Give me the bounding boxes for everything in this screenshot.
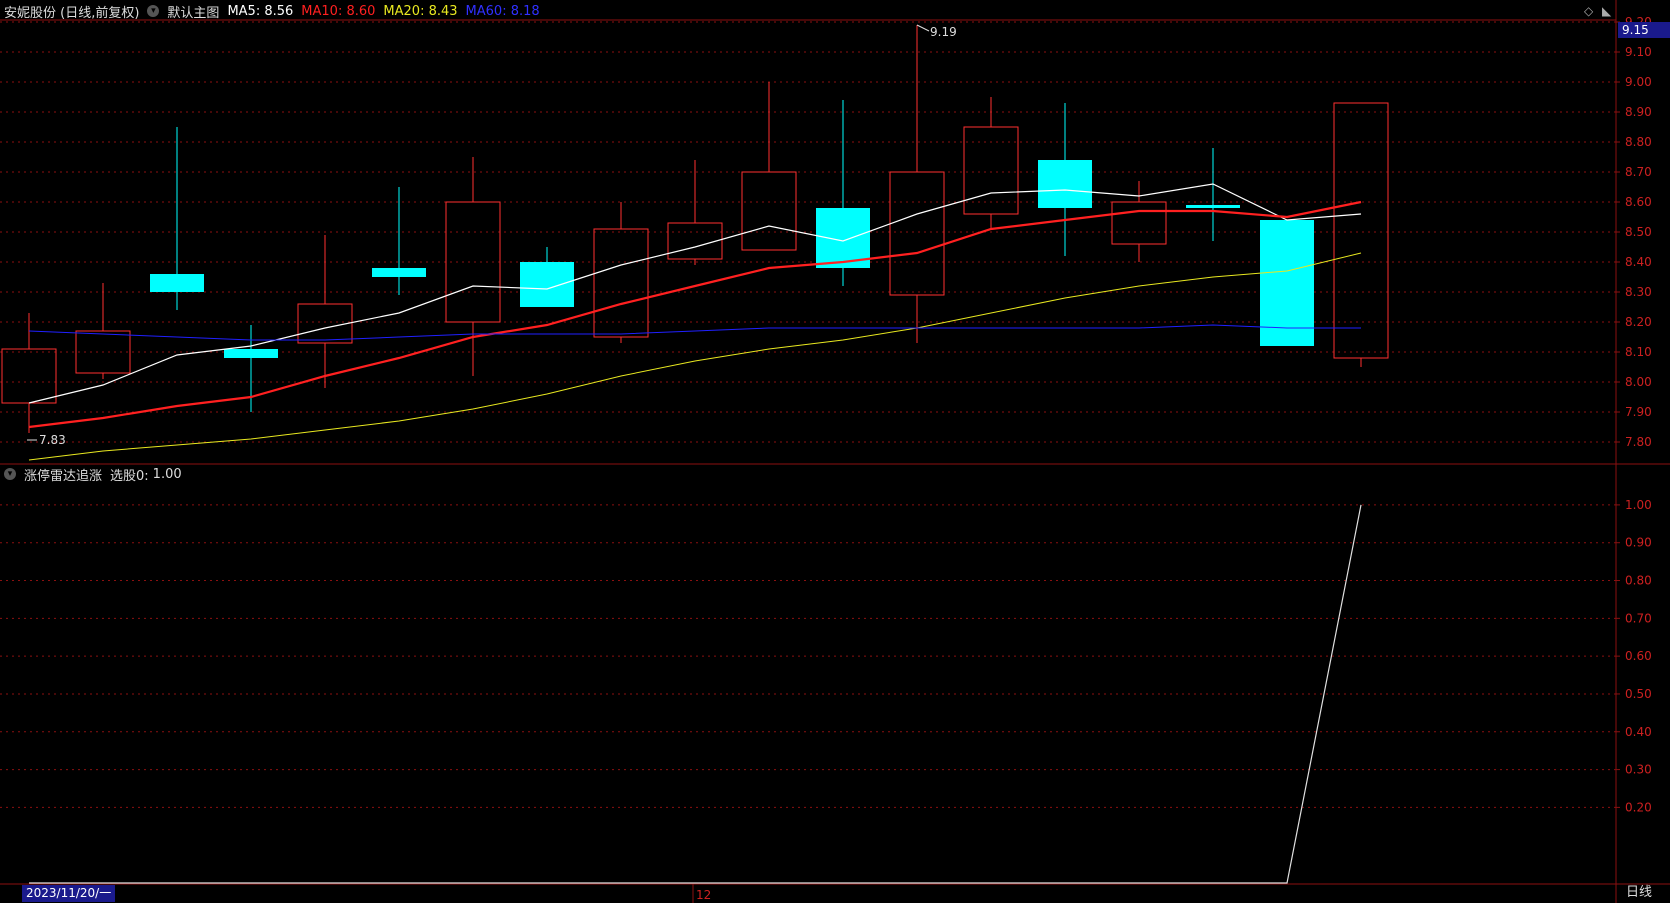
candle-body xyxy=(667,222,723,260)
high-annotation: 9.19 xyxy=(930,25,957,39)
y-tick-label: 0.30 xyxy=(1625,763,1652,777)
ma5-legend: MA5: 8.56 xyxy=(227,3,294,19)
month-label: 12 xyxy=(696,888,711,902)
candle-body xyxy=(372,268,426,277)
indicator-header: ▾ 涨停雷达追涨 选股0: 1.00 xyxy=(4,465,182,484)
y-tick-label: 0.70 xyxy=(1625,611,1652,625)
y-tick-label: 8.70 xyxy=(1625,165,1652,179)
ma60-legend: MA60: 8.18 xyxy=(465,3,540,19)
collapse-icon[interactable]: ◣ xyxy=(1602,4,1611,18)
stock-title: 安妮股份 (日线,前复权) xyxy=(4,5,140,21)
diamond-icon[interactable]: ◇ xyxy=(1584,4,1593,18)
y-tick-label: 9.00 xyxy=(1625,75,1652,89)
y-tick-label: 0.40 xyxy=(1625,725,1652,739)
y-tick-label: 0.60 xyxy=(1625,649,1652,663)
y-tick-label: 7.80 xyxy=(1625,435,1652,449)
y-tick-label: 8.10 xyxy=(1625,345,1652,359)
y-tick-label: 7.90 xyxy=(1625,405,1652,419)
ma-line-ma60 xyxy=(28,324,1361,341)
candle-body xyxy=(224,349,278,358)
ma20-legend: MA20: 8.43 xyxy=(383,3,458,19)
ma10-legend: MA10: 8.60 xyxy=(301,3,376,19)
candle-body xyxy=(150,274,204,292)
candle-body xyxy=(1111,201,1167,245)
candle-body xyxy=(1186,205,1240,208)
y-tick-label: 0.80 xyxy=(1625,574,1652,588)
y-tick-label: 1.00 xyxy=(1625,498,1652,512)
candle-body xyxy=(1038,160,1092,208)
y-tick-label: 8.00 xyxy=(1625,375,1652,389)
candle-body xyxy=(741,171,797,251)
timeframe-tab[interactable]: 日线 xyxy=(1626,884,1652,902)
chevron-down-icon[interactable]: ▾ xyxy=(4,468,16,480)
y-tick-label: 9.10 xyxy=(1625,45,1652,59)
template-label[interactable]: 默认主图 xyxy=(167,2,219,21)
y-tick-label: 8.80 xyxy=(1625,135,1652,149)
candle-body xyxy=(297,303,353,344)
candle-body xyxy=(889,171,945,296)
cursor-date: 2023/11/20/一 xyxy=(22,885,116,902)
y-tick-label: 8.90 xyxy=(1625,105,1652,119)
y-tick-label: 8.20 xyxy=(1625,315,1652,329)
y-tick-label: 8.50 xyxy=(1625,225,1652,239)
y-tick-label: 0.90 xyxy=(1625,536,1652,550)
candle-body xyxy=(445,201,501,323)
y-tick-label: 0.50 xyxy=(1625,687,1652,701)
main-chart-header: 安妮股份 (日线,前复权) ▾ 默认主图 MA5: 8.56 MA10: 8.6… xyxy=(4,2,540,21)
low-annotation: 7.83 xyxy=(39,433,66,447)
ma-line-ma10 xyxy=(28,200,1362,429)
candle-body xyxy=(963,126,1019,215)
kline-chart: 7.80 7.90 8.00 8.10 8.20 8.30 8.40 8.50 8.60 8.70… xyxy=(0,0,1670,903)
chevron-down-icon[interactable]: ▾ xyxy=(147,5,160,17)
indicator-name[interactable]: 涨停雷达追涨 xyxy=(24,465,102,484)
y-tick-label: 8.30 xyxy=(1625,285,1652,299)
candle-body xyxy=(1333,102,1389,359)
high-arrow xyxy=(916,24,930,32)
y-tick-label: 8.40 xyxy=(1625,255,1652,269)
indicator-label: 选股0: xyxy=(110,468,149,484)
current-price-tag: 9.15 xyxy=(1618,22,1670,38)
y-tick-label: 8.60 xyxy=(1625,195,1652,209)
y-tick-label: 0.20 xyxy=(1625,800,1652,814)
indicator-value: 1.00 xyxy=(152,466,182,482)
candle-body xyxy=(593,228,649,338)
candle-body xyxy=(520,262,574,307)
candle-body xyxy=(1,348,57,404)
